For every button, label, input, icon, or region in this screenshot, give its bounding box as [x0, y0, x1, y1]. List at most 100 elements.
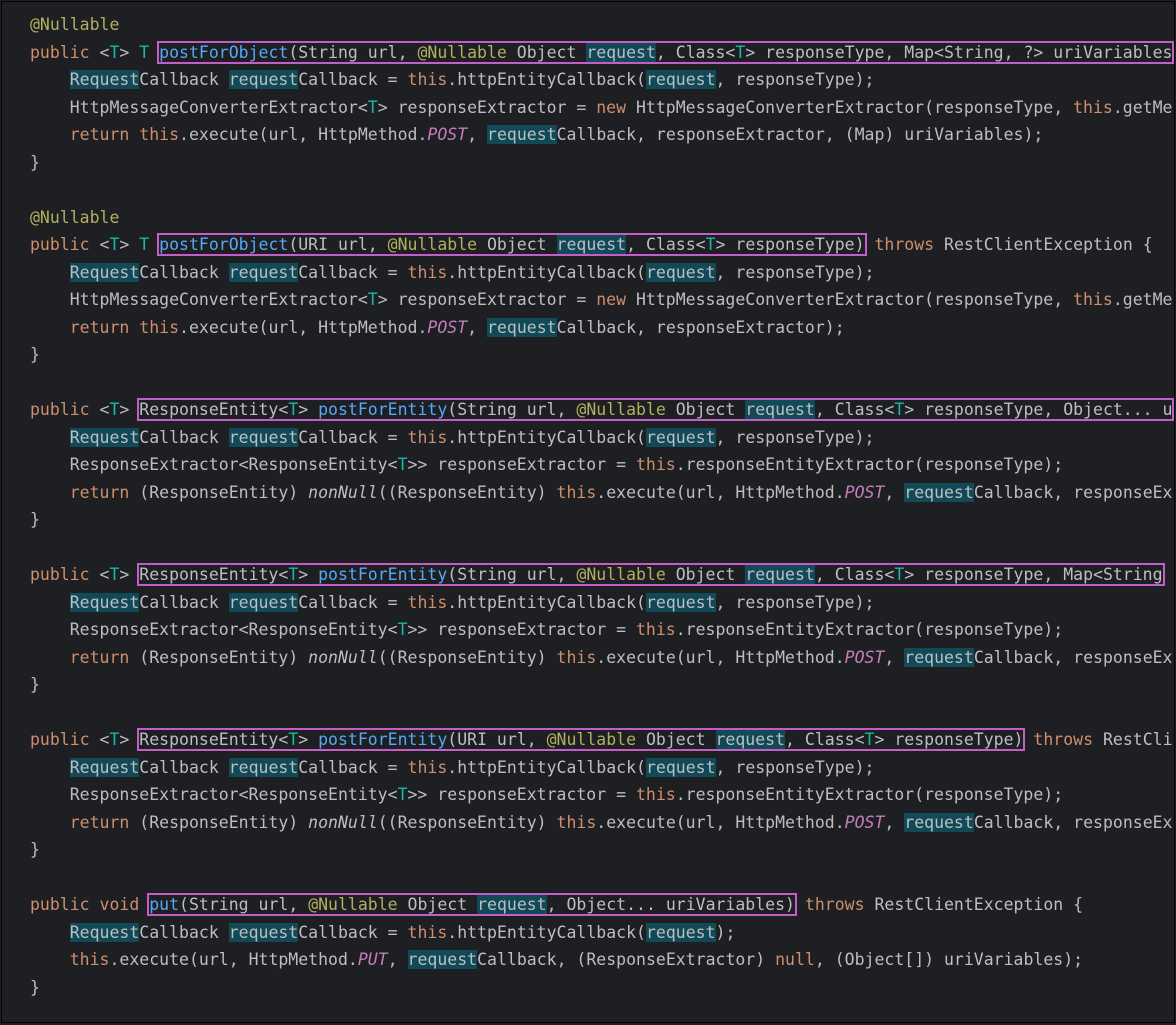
code-token: return: [69, 317, 130, 337]
code-line[interactable]: RequestCallback requestCallback = this.h…: [30, 919, 1173, 947]
code-token: void: [99, 895, 140, 914]
code-line[interactable]: RequestCallback requestCallback = this.h…: [30, 754, 1173, 782]
code-line[interactable]: public <T> T postForObject(String url, @…: [30, 39, 1174, 67]
code-token: public: [30, 400, 90, 419]
code-line[interactable]: HttpMessageConverterExtractor<T> respons…: [30, 94, 1173, 122]
code-line[interactable]: }: [30, 836, 1173, 864]
code-line[interactable]: [30, 699, 1173, 727]
code-token: T: [735, 42, 746, 62]
code-token: .responseEntityExtractor(responseType);: [675, 785, 1064, 804]
code-token: >: [298, 400, 319, 419]
code-token: @Nullable: [576, 400, 666, 419]
highlighted-usage: request: [487, 317, 557, 337]
code-token: .execute(url, HttpMethod.: [109, 950, 358, 969]
code-token: }: [30, 675, 40, 694]
code-line[interactable]: [30, 534, 1173, 562]
code-token: this: [635, 455, 676, 474]
code-line[interactable]: [30, 176, 1173, 204]
code-token: , Class<: [814, 565, 895, 584]
code-line[interactable]: @Nullable: [30, 204, 1173, 232]
code-line[interactable]: RequestCallback requestCallback = this.h…: [30, 259, 1173, 287]
code-token: POST: [844, 812, 885, 832]
code-token: nonNull: [308, 482, 378, 502]
code-token: Callback =: [298, 922, 408, 942]
code-token: T: [109, 400, 120, 419]
code-token: ((ResponseEntity): [377, 812, 557, 832]
code-line[interactable]: this.execute(url, HttpMethod.PUT, reques…: [30, 946, 1173, 974]
highlighted-usage: request: [645, 592, 716, 612]
code-line[interactable]: public <T> T postForObject(URI url, @Nul…: [30, 231, 1173, 259]
code-line[interactable]: }: [30, 341, 1173, 369]
code-line[interactable]: ResponseExtractor<ResponseEntity<T>> res…: [30, 451, 1173, 479]
code-token: RestClientException {: [934, 235, 1153, 254]
code-token: public: [30, 895, 90, 914]
code-line[interactable]: RequestCallback requestCallback = this.h…: [30, 424, 1173, 452]
code-line[interactable]: ResponseExtractor<ResponseEntity<T>> res…: [30, 616, 1173, 644]
code-line[interactable]: return (ResponseEntity) nonNull((Respons…: [30, 809, 1173, 837]
code-line[interactable]: return (ResponseEntity) nonNull((Respons…: [30, 644, 1173, 672]
code-token: this: [407, 592, 448, 612]
code-token: <: [89, 400, 110, 419]
code-token: > responseExtractor =: [377, 290, 597, 309]
code-line[interactable]: HttpMessageConverterExtractor<T> respons…: [30, 286, 1173, 314]
highlighted-usage: request: [586, 42, 656, 62]
code-token: ,: [884, 647, 905, 667]
code-line[interactable]: }: [30, 506, 1173, 534]
code-token: .httpEntityCallback(: [447, 427, 646, 447]
code-token: T: [397, 785, 408, 804]
code-token: , Object... uriVariables): [546, 895, 795, 914]
code-token: (URI url,: [288, 235, 388, 254]
code-token: > responseExtractor =: [377, 97, 597, 117]
code-line[interactable]: [30, 864, 1173, 892]
code-area[interactable]: @Nullable public <T> T postForObject(Stri…: [30, 11, 1174, 1002]
code-token: RestClientException {: [864, 895, 1084, 914]
code-token: POST: [427, 317, 468, 337]
code-line[interactable]: return this.execute(url, HttpMethod.POST…: [30, 121, 1173, 149]
code-line[interactable]: return this.execute(url, HttpMethod.POST…: [30, 314, 1173, 342]
code-editor[interactable]: @Nullable public <T> T postForObject(Stri…: [1, 1, 1175, 1023]
code-token: T: [367, 97, 378, 117]
method-signature-box: postForObject(URI url, @Nullable Object …: [157, 233, 867, 256]
code-token: Callback, responseEx: [973, 812, 1173, 832]
code-token: .execute(url, HttpMethod.: [596, 647, 845, 667]
code-line[interactable]: return (ResponseEntity) nonNull((Respons…: [30, 479, 1173, 507]
code-line[interactable]: public <T> ResponseEntity<T> postForEnti…: [30, 396, 1174, 424]
code-token: >: [119, 235, 140, 254]
code-line[interactable]: public <T> ResponseEntity<T> postForEnti…: [30, 561, 1173, 589]
code-token: , (Object[]) uriVariables);: [814, 950, 1084, 969]
code-token: null: [775, 950, 815, 969]
code-token: @Nullable: [576, 565, 666, 584]
code-token: this: [1073, 290, 1113, 309]
code-line[interactable]: }: [30, 149, 1173, 177]
code-token: new: [596, 97, 627, 117]
code-line[interactable]: }: [30, 671, 1173, 699]
code-token: .execute(url, HttpMethod.: [179, 317, 428, 337]
code-token: Callback =: [298, 757, 408, 777]
code-token: , Class<: [814, 400, 895, 419]
highlighted-usage: Request: [69, 427, 140, 447]
code-line[interactable]: RequestCallback requestCallback = this.h…: [30, 66, 1173, 94]
highlighted-usage: Request: [69, 262, 140, 282]
code-line[interactable]: public void put(String url, @Nullable Ob…: [30, 891, 1173, 919]
code-line[interactable]: ResponseExtractor<ResponseEntity<T>> res…: [30, 781, 1173, 809]
code-line[interactable]: [30, 369, 1173, 397]
code-line[interactable]: RequestCallback requestCallback = this.h…: [30, 589, 1173, 617]
code-token: this: [635, 785, 676, 804]
code-token: );: [715, 922, 736, 942]
code-line[interactable]: public <T> ResponseEntity<T> postForEnti…: [30, 726, 1173, 754]
code-token: .execute(url, HttpMethod.: [596, 812, 845, 832]
code-line[interactable]: @Nullable: [30, 11, 1173, 39]
code-line[interactable]: }: [30, 974, 1173, 1002]
highlighted-usage: request: [645, 262, 716, 282]
code-token: put: [149, 895, 180, 914]
code-token: Object: [506, 42, 587, 62]
code-token: this: [1073, 97, 1113, 117]
code-token: .responseEntityExtractor(responseType);: [675, 620, 1064, 639]
code-token: T: [109, 235, 120, 254]
